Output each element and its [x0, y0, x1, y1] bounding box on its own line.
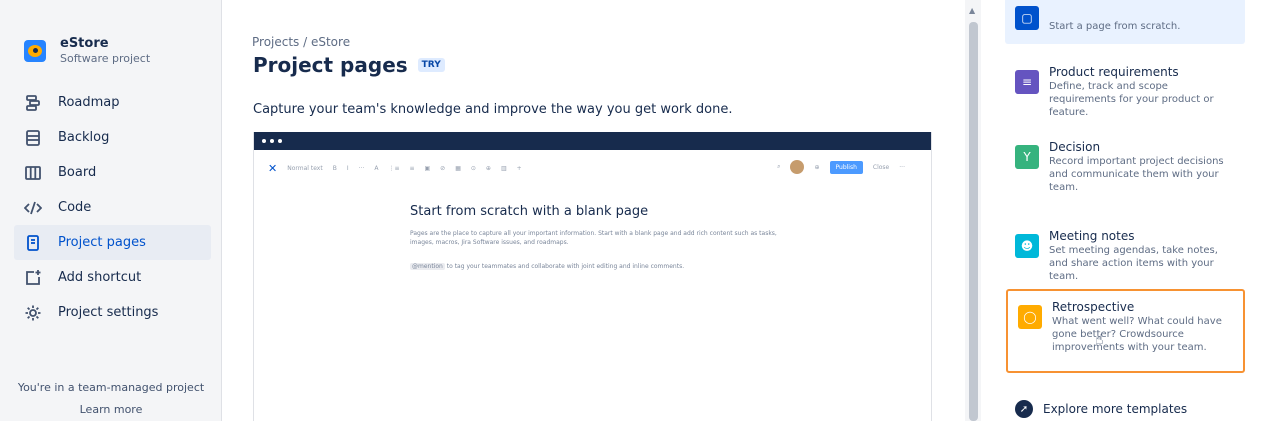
toolbar-item: ≡	[409, 164, 415, 172]
template-title: Product requirements	[1049, 65, 1179, 79]
preview-body-2: @mention to tag your teammates and colla…	[410, 263, 790, 270]
toolbar-item: A	[374, 164, 379, 172]
sidebar-nav: Roadmap Backlog Board Code Project pages…	[14, 85, 211, 330]
text-format-dropdown: Normal text	[287, 164, 323, 172]
main-scrollbar[interactable]: ▲	[965, 0, 981, 421]
template-desc: Start a page from scratch.	[1049, 21, 1181, 32]
compass-icon: ➚	[1015, 400, 1033, 418]
close-button: Close	[872, 163, 890, 171]
template-preview: ✕ Normal text B I ··· A ⋮≡ ≡ ▣ ⊘ ▦ ⊙ ⊕ ▥…	[253, 132, 932, 421]
page-title: Project pages TRY	[253, 53, 445, 77]
search-icon: ⌕	[777, 163, 781, 170]
breadcrumb[interactable]: Projects / eStore	[252, 35, 350, 49]
preview-heading: Start from scratch with a blank page	[410, 204, 649, 219]
template-desc: What went well? What could have gone bet…	[1052, 316, 1222, 353]
template-desc: Set meeting agendas, take notes, and sha…	[1049, 245, 1218, 282]
more-icon: ···	[899, 163, 905, 171]
toolbar-item: ▥	[500, 164, 507, 172]
project-avatar	[24, 40, 46, 62]
window-dot	[262, 139, 266, 143]
project-type: Software project	[60, 52, 151, 65]
backlog-icon	[24, 129, 42, 147]
sidebar-item-label: Project settings	[58, 305, 159, 320]
toolbar-item: ⊘	[440, 164, 446, 172]
preview-window-bar	[254, 132, 931, 150]
sidebar-item-label: Roadmap	[58, 95, 120, 110]
sidebar-item-label: Backlog	[58, 130, 110, 145]
sidebar-item-label: Code	[58, 200, 92, 215]
templates-panel: ▢ Start a page from scratch. ≡ Product r…	[981, 0, 1262, 421]
template-retrospective[interactable]: ◯ Retrospective What went well? What cou…	[1006, 289, 1245, 373]
sidebar-item-code[interactable]: Code	[14, 190, 211, 225]
template-decision[interactable]: Y Decision Record important project deci…	[1005, 131, 1245, 202]
template-title: Decision	[1049, 140, 1101, 154]
toolbar-item: +	[516, 164, 522, 172]
sidebar-item-project-settings[interactable]: Project settings	[14, 295, 211, 330]
roadmap-icon	[24, 94, 42, 112]
toolbar-item: ▣	[424, 164, 431, 172]
toolbar-item: ▦	[455, 164, 461, 172]
sidebar-item-label: Add shortcut	[58, 270, 142, 285]
toolbar-item: B	[332, 164, 337, 172]
gear-icon	[24, 304, 42, 322]
editor-toolbar-right: ⌕ ⊕ Publish Close ···	[777, 160, 905, 174]
confluence-logo-icon: ✕	[268, 161, 278, 175]
explore-label: Explore more templates	[1043, 402, 1188, 416]
mention-chip: @mention	[410, 263, 445, 270]
main-content: Projects / eStore Project pages TRY Capt…	[222, 0, 965, 421]
toolbar-item: ⋮≡	[388, 164, 400, 172]
sidebar-item-label: Project pages	[58, 235, 146, 250]
retrospective-icon: ◯	[1018, 305, 1042, 329]
publish-button: Publish	[829, 160, 863, 174]
scroll-up-icon[interactable]: ▲	[969, 6, 975, 15]
team-managed-note: You're in a team-managed project	[17, 381, 205, 394]
code-icon	[24, 199, 42, 217]
template-title: Meeting notes	[1049, 229, 1135, 243]
learn-more-link[interactable]: Learn more	[0, 403, 222, 416]
decision-icon: Y	[1015, 145, 1039, 169]
editor-toolbar: ✕ Normal text B I ··· A ⋮≡ ≡ ▣ ⊘ ▦ ⊙ ⊕ ▥…	[254, 150, 931, 186]
toolbar-item: ⊙	[470, 164, 476, 172]
blank-page-icon: ▢	[1015, 6, 1039, 30]
window-dot	[278, 139, 282, 143]
template-meeting-notes[interactable]: ☻ Meeting notes Set meeting agendas, tak…	[1005, 220, 1245, 291]
toolbar-item: ⊕	[485, 164, 491, 172]
scroll-thumb[interactable]	[969, 22, 978, 421]
sidebar-item-board[interactable]: Board	[14, 155, 211, 190]
add-shortcut-icon	[24, 269, 42, 287]
page-title-text: Project pages	[253, 53, 408, 77]
project-pages-icon	[24, 234, 42, 252]
restrictions-icon: ⊕	[814, 163, 820, 171]
template-product-requirements[interactable]: ≡ Product requirements Define, track and…	[1005, 56, 1245, 127]
requirements-icon: ≡	[1015, 70, 1039, 94]
window-dot	[270, 139, 274, 143]
template-title: Retrospective	[1052, 300, 1135, 314]
explore-more-templates[interactable]: ➚ Explore more templates	[1005, 392, 1245, 421]
template-blank-page[interactable]: ▢ Start a page from scratch.	[1005, 0, 1245, 44]
sidebar-item-label: Board	[58, 165, 97, 180]
avatar	[790, 160, 805, 174]
toolbar-item: ···	[358, 164, 365, 172]
try-badge: TRY	[417, 58, 445, 72]
sidebar-item-backlog[interactable]: Backlog	[14, 120, 211, 155]
sidebar-item-roadmap[interactable]: Roadmap	[14, 85, 211, 120]
toolbar-item: I	[346, 164, 349, 172]
sidebar-item-add-shortcut[interactable]: Add shortcut	[14, 260, 211, 295]
project-header[interactable]: eStore Software project	[24, 36, 150, 66]
preview-body: Pages are the place to capture all your …	[410, 230, 777, 246]
board-icon	[24, 164, 42, 182]
page-description: Capture your team's knowledge and improv…	[253, 102, 733, 117]
meeting-notes-icon: ☻	[1015, 234, 1039, 258]
preview-body-2-text: to tag your teammates and collaborate wi…	[446, 263, 685, 270]
hand-cursor-icon: ☝	[1095, 332, 1104, 348]
project-name: eStore	[60, 36, 109, 51]
project-sidebar: eStore Software project Roadmap Backlog …	[0, 0, 222, 421]
template-desc: Record important project decisions and c…	[1049, 156, 1224, 193]
template-desc: Define, track and scope requirements for…	[1049, 81, 1214, 118]
sidebar-item-project-pages[interactable]: Project pages	[14, 225, 211, 260]
